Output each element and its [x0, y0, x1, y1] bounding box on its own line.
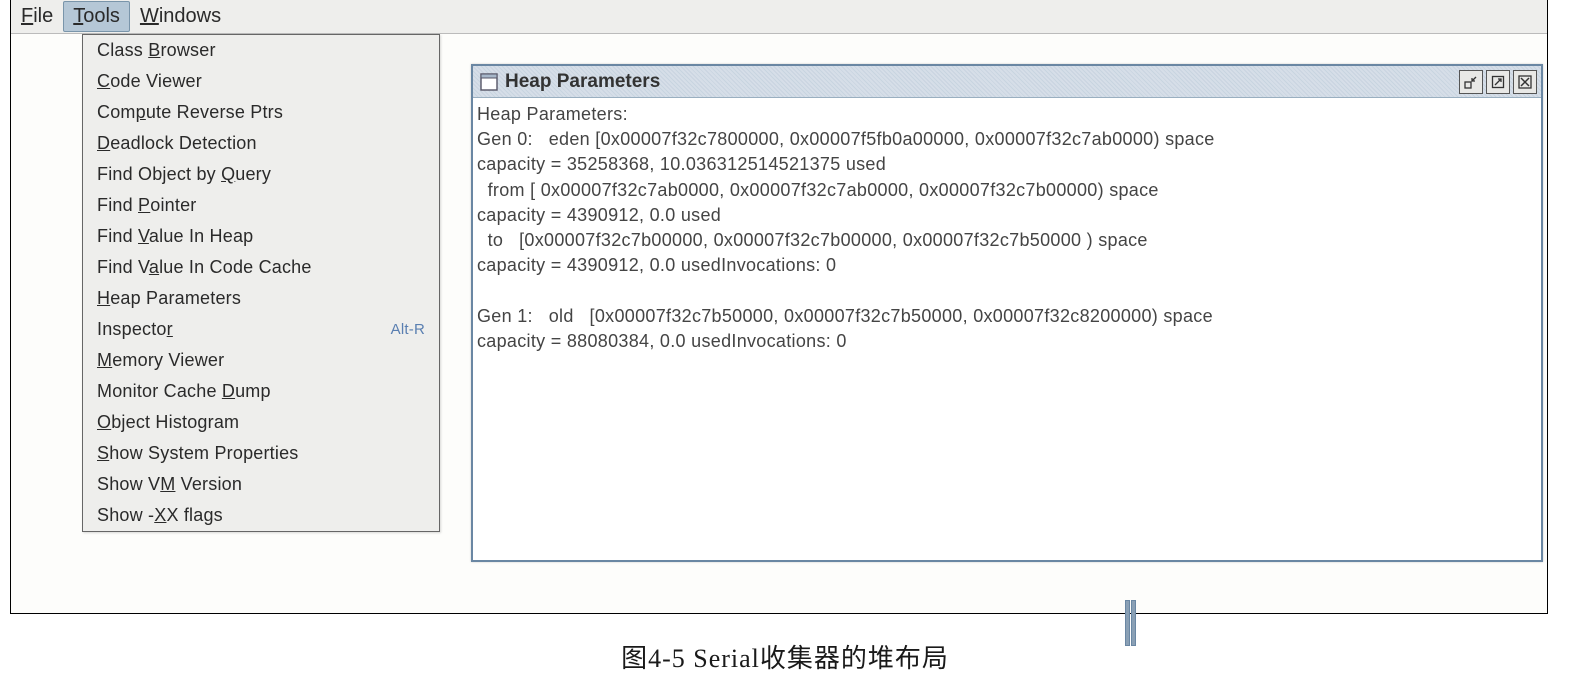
maximize-button[interactable]: [1486, 70, 1510, 94]
menu-item-class-browser[interactable]: Class Browser: [83, 35, 439, 66]
menu-tools[interactable]: Tools: [63, 1, 130, 32]
menu-item-find-pointer[interactable]: Find Pointer: [83, 190, 439, 221]
menu-item-monitor-cache-dump[interactable]: Monitor Cache Dump: [83, 376, 439, 407]
menu-item-heap-parameters[interactable]: Heap Parameters: [83, 283, 439, 314]
heap-parameters-output: Heap Parameters: Gen 0: eden [0x00007f32…: [473, 98, 1541, 358]
menu-item-inspector[interactable]: InspectorAlt-R: [83, 314, 439, 345]
menu-item-memory-viewer[interactable]: Memory Viewer: [83, 345, 439, 376]
close-button[interactable]: [1513, 70, 1537, 94]
split-pane-divider[interactable]: [1125, 600, 1137, 646]
window-title: Heap Parameters: [505, 71, 660, 93]
menu-mnemonic: F: [21, 5, 33, 27]
heap-parameters-window: Heap Parameters Heap Parameters: Gen 0: …: [471, 64, 1543, 562]
desktop-pane: Class Browser Code Viewer Compute Revers…: [11, 34, 1547, 613]
menu-windows[interactable]: Windows: [130, 1, 231, 32]
menu-mnemonic: W: [140, 5, 159, 27]
menu-item-object-histogram[interactable]: Object Histogram: [83, 407, 439, 438]
menu-item-find-value-in-code-cache[interactable]: Find Value In Code Cache: [83, 252, 439, 283]
menu-item-show-system-properties[interactable]: Show System Properties: [83, 438, 439, 469]
figure-caption: 图4-5 Serial收集器的堆布局: [0, 638, 1570, 675]
menu-item-deadlock-detection[interactable]: Deadlock Detection: [83, 128, 439, 159]
window-icon: [479, 72, 499, 92]
menu-item-compute-reverse-ptrs[interactable]: Compute Reverse Ptrs: [83, 97, 439, 128]
menubar: File Tools Windows: [11, 0, 1547, 34]
menu-label-post: ile: [33, 5, 53, 27]
shortcut-label: Alt-R: [391, 321, 425, 338]
menu-item-find-value-in-heap[interactable]: Find Value In Heap: [83, 221, 439, 252]
menu-label-post: ools: [83, 5, 120, 27]
menu-item-find-object-by-query[interactable]: Find Object by Query: [83, 159, 439, 190]
menu-item-show-vm-version[interactable]: Show VM Version: [83, 469, 439, 500]
menu-file[interactable]: File: [11, 1, 63, 32]
menu-mnemonic: T: [73, 5, 83, 27]
application-frame: File Tools Windows Class Browser Code Vi…: [10, 0, 1548, 614]
menu-item-code-viewer[interactable]: Code Viewer: [83, 66, 439, 97]
minimize-button[interactable]: [1459, 70, 1483, 94]
window-titlebar[interactable]: Heap Parameters: [473, 66, 1541, 98]
tools-dropdown: Class Browser Code Viewer Compute Revers…: [82, 34, 440, 532]
menu-label-post: indows: [159, 5, 221, 27]
menu-item-show-xx-flags[interactable]: Show -XX flags: [83, 500, 439, 531]
